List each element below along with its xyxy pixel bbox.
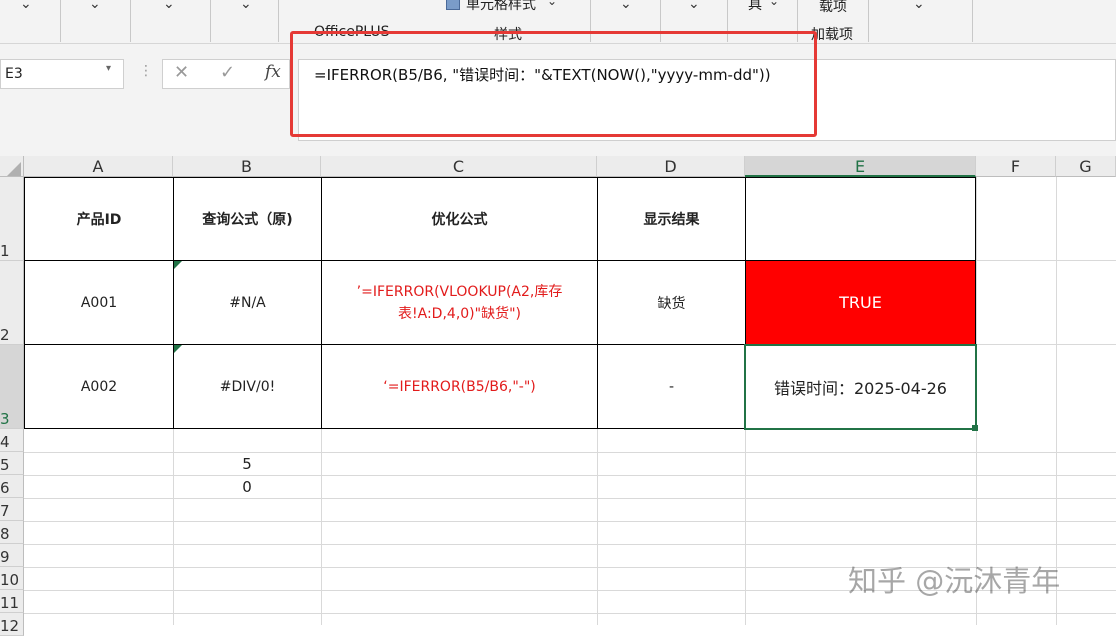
name-box-dropdown-icon[interactable]: ▾	[106, 63, 111, 74]
gridline	[24, 498, 1116, 499]
enter-icon[interactable]: ✓	[220, 62, 235, 83]
cell-c3[interactable]: ‘=IFERROR(B5/B6,"-")	[321, 344, 598, 429]
column-header-b[interactable]: B	[173, 156, 321, 177]
row-header-1[interactable]: 1	[0, 177, 24, 261]
chevron-down-icon[interactable]: ⌄	[620, 0, 632, 12]
cell-d3[interactable]: -	[597, 344, 746, 429]
row-header-7[interactable]: 7	[0, 498, 24, 521]
row-header-4[interactable]: 4	[0, 429, 24, 452]
cell-c1[interactable]: 优化公式	[321, 177, 598, 261]
cell-a2[interactable]: A001	[24, 260, 174, 345]
cell-d1[interactable]: 显示结果	[597, 177, 746, 261]
gridline	[24, 613, 1116, 614]
ribbon-separator	[972, 0, 973, 42]
gridline	[24, 544, 1116, 545]
cell-b5[interactable]: 5	[173, 452, 321, 475]
error-indicator-icon[interactable]	[174, 261, 182, 269]
chevron-down-icon[interactable]: ⌄	[547, 0, 557, 8]
cell-c2[interactable]: ’=IFERROR(VLOOKUP(A2,库存表!A:D,4,0)"缺货")	[321, 260, 598, 345]
tools-button[interactable]: 具	[748, 0, 762, 14]
addins-button[interactable]: 载项	[819, 0, 847, 16]
active-cell-border	[744, 344, 977, 430]
row-header-10[interactable]: 10	[0, 567, 24, 590]
row-header-3[interactable]: 3	[0, 345, 24, 429]
column-header-g[interactable]: G	[1056, 156, 1116, 177]
cell-style-icon	[446, 0, 460, 10]
insert-function-icon[interactable]: fx	[265, 62, 281, 82]
cell-e1[interactable]	[745, 177, 976, 261]
column-header-d[interactable]: D	[597, 156, 745, 177]
cell-e2[interactable]: TRUE	[745, 260, 976, 345]
watermark: 知乎 @沅沐青年	[848, 564, 1061, 598]
ribbon-separator	[278, 0, 279, 42]
chevron-down-icon[interactable]: ⌄	[20, 0, 32, 12]
chevron-down-icon[interactable]: ⌄	[769, 0, 779, 8]
chevron-down-icon[interactable]: ⌄	[89, 0, 101, 12]
ribbon-separator	[130, 0, 131, 42]
cancel-icon[interactable]: ✕	[174, 62, 189, 83]
column-header-f[interactable]: F	[976, 156, 1056, 177]
column-header-a[interactable]: A	[24, 156, 173, 177]
gridline	[597, 429, 598, 625]
chevron-down-icon[interactable]: ⌄	[240, 0, 252, 12]
more-options-icon[interactable]: ⋮	[139, 63, 153, 79]
addins-group-label: 加载项	[811, 27, 853, 43]
cell-b6[interactable]: 0	[173, 475, 321, 498]
cell-b3[interactable]: #DIV/0!	[173, 344, 322, 429]
column-header-e[interactable]: E	[745, 156, 976, 177]
ribbon-separator	[868, 0, 869, 42]
cell-b1[interactable]: 查询公式（原)	[173, 177, 322, 261]
chevron-down-icon[interactable]: ⌄	[913, 0, 925, 12]
cell-d2[interactable]: 缺货	[597, 260, 746, 345]
gridline	[321, 429, 322, 625]
ribbon-separator	[60, 0, 61, 42]
column-header-c[interactable]: C	[321, 156, 597, 177]
highlight-box	[290, 31, 817, 137]
row-header-6[interactable]: 6	[0, 475, 24, 498]
row-header-11[interactable]: 11	[0, 590, 24, 613]
chevron-down-icon[interactable]: ⌄	[163, 0, 175, 12]
row-header-8[interactable]: 8	[0, 521, 24, 544]
fill-handle[interactable]	[972, 425, 978, 431]
row-header-2[interactable]: 2	[0, 261, 24, 345]
cell-a1[interactable]: 产品ID	[24, 177, 174, 261]
select-all-triangle-icon	[7, 162, 21, 176]
error-indicator-icon[interactable]	[174, 345, 182, 353]
row-header-5[interactable]: 5	[0, 452, 24, 475]
gridline	[24, 521, 1116, 522]
ribbon-separator	[210, 0, 211, 42]
row-header-9[interactable]: 9	[0, 544, 24, 567]
cell-a3[interactable]: A002	[24, 344, 174, 429]
cell-style-button[interactable]: 单元格样式	[466, 0, 536, 14]
chevron-down-icon[interactable]: ⌄	[688, 0, 700, 12]
cell-b2[interactable]: #N/A	[173, 260, 322, 345]
